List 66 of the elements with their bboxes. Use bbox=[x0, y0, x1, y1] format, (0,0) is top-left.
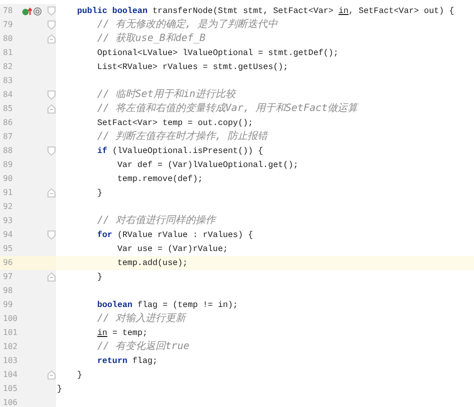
code-line: } bbox=[56, 383, 62, 396]
fold-marker-icon[interactable] bbox=[47, 20, 56, 30]
line-number: 88 bbox=[3, 145, 14, 157]
line-number: 87 bbox=[3, 131, 14, 143]
code-line: Optional<LValue> lValueOptional = stmt.getDef(); bbox=[96, 47, 338, 60]
line-number: 100 bbox=[3, 313, 18, 325]
line-number: 95 bbox=[3, 243, 14, 255]
code-line: // 判断左值存在时才操作, 防止报错 bbox=[96, 130, 268, 144]
line-number: 103 bbox=[3, 355, 18, 367]
line-number: 94 bbox=[3, 229, 14, 241]
annotation-gutter-icon[interactable] bbox=[33, 7, 42, 16]
line-number: 89 bbox=[3, 159, 14, 171]
code-line: // 有变化返回true bbox=[96, 340, 190, 354]
code-line: // 对输入进行更新 bbox=[96, 312, 186, 326]
code-line: // 对右值进行同样的操作 bbox=[96, 214, 216, 228]
code-line: // 将左值和右值的变量转成Var, 用于和SetFact做运算 bbox=[96, 102, 358, 116]
line-number: 85 bbox=[3, 103, 14, 115]
code-line: // 获取use_B和def_B bbox=[96, 32, 206, 46]
code-line: } bbox=[96, 187, 102, 200]
line-number: 101 bbox=[3, 327, 18, 339]
line-number: 93 bbox=[3, 215, 14, 227]
implements-gutter-icon[interactable] bbox=[22, 7, 32, 16]
line-number: 105 bbox=[3, 383, 18, 395]
line-number: 84 bbox=[3, 89, 14, 101]
code-line: boolean flag = (temp != in); bbox=[96, 299, 238, 312]
code-line: public boolean transferNode(Stmt stmt, SetFact<Var> in, SetFact<Var> out) { bbox=[76, 5, 454, 18]
code-line: List<RValue> rValues = stmt.getUses(); bbox=[96, 61, 288, 74]
line-number: 81 bbox=[3, 47, 14, 59]
fold-marker-icon[interactable] bbox=[47, 188, 56, 198]
fold-marker-icon[interactable] bbox=[47, 370, 56, 380]
fold-marker-icon[interactable] bbox=[47, 104, 56, 114]
code-line: in = temp; bbox=[96, 327, 148, 340]
code-line: temp.remove(def); bbox=[116, 173, 203, 186]
fold-marker-icon[interactable] bbox=[47, 146, 56, 156]
fold-marker-icon[interactable] bbox=[47, 90, 56, 100]
line-number: 106 bbox=[3, 397, 18, 407]
fold-marker-icon[interactable] bbox=[47, 230, 56, 240]
line-number: 79 bbox=[3, 19, 14, 31]
line-number: 78 bbox=[3, 5, 14, 17]
line-number: 99 bbox=[3, 299, 14, 311]
code-line: } bbox=[76, 369, 82, 382]
line-number: 83 bbox=[3, 75, 14, 87]
code-line: temp.add(use); bbox=[116, 257, 188, 270]
line-number: 80 bbox=[3, 33, 14, 45]
code-line: Var def = (Var)lValueOptional.get(); bbox=[116, 159, 298, 172]
line-number: 92 bbox=[3, 201, 14, 213]
code-line: for (RValue rValue : rValues) { bbox=[96, 229, 254, 242]
line-number: 86 bbox=[3, 117, 14, 129]
line-number: 91 bbox=[3, 187, 14, 199]
code-line: // 有无修改的确定, 是为了判断迭代中 bbox=[96, 18, 278, 32]
code-line: if (lValueOptional.isPresent()) { bbox=[96, 145, 264, 158]
line-number: 90 bbox=[3, 173, 14, 185]
line-number: 82 bbox=[3, 61, 14, 73]
code-line: } bbox=[96, 271, 102, 284]
line-number: 96 bbox=[3, 257, 14, 269]
code-line: return flag; bbox=[96, 355, 158, 368]
fold-marker-icon[interactable] bbox=[47, 272, 56, 282]
line-number: 97 bbox=[3, 271, 14, 283]
code-line: // 临时Set用于和in进行比较 bbox=[96, 88, 236, 102]
line-number: 104 bbox=[3, 369, 18, 381]
line-number: 102 bbox=[3, 341, 18, 353]
line-number: 98 bbox=[3, 285, 14, 297]
code-line: Var use = (Var)rValue; bbox=[116, 243, 228, 256]
fold-marker-icon[interactable] bbox=[47, 34, 56, 44]
code-line: SetFact<Var> temp = out.copy(); bbox=[96, 117, 254, 130]
fold-marker-icon[interactable] bbox=[47, 6, 56, 16]
